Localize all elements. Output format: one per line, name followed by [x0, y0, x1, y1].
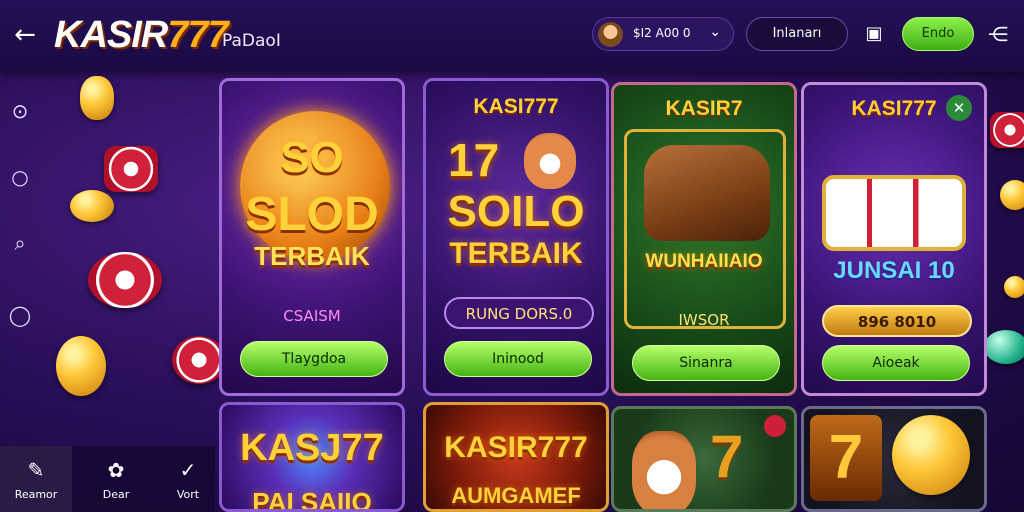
- game-caption: CSAISM: [283, 307, 341, 325]
- chip-decoration: [990, 112, 1024, 148]
- nav-label: Reamor: [14, 488, 58, 501]
- game-card[interactable]: 7: [611, 406, 797, 512]
- treasure-bag-icon: [644, 145, 770, 241]
- nav-label: Dear: [102, 488, 130, 501]
- seven-symbol-icon: 7: [710, 423, 744, 490]
- game-caption: RUNG DORS.0: [444, 297, 594, 329]
- login-button[interactable]: Inlanarı: [746, 17, 848, 51]
- nav-item-dear[interactable]: ✿ Dear: [80, 446, 152, 512]
- coin-decoration: [1000, 180, 1024, 210]
- coin-decoration: [1004, 276, 1024, 298]
- game-subheadline: PAI SAIIO: [252, 487, 372, 512]
- game-subheadline: AUMGAMEF: [451, 483, 581, 508]
- register-button[interactable]: Endo: [902, 17, 974, 51]
- brand-subtitle: PaDaoI: [222, 31, 281, 51]
- game-headline: KASJ77: [240, 427, 384, 469]
- chevron-down-icon: ⌄: [709, 24, 721, 40]
- game-card[interactable]: KASI777 ✕ JUNSAI 10 896 8010 Aioeak: [801, 82, 987, 396]
- slot-reels: [822, 175, 966, 251]
- chip-decoration: [104, 146, 158, 192]
- brand-logo[interactable]: KASIR777: [54, 14, 229, 57]
- dog-mascot-icon: [632, 431, 696, 509]
- play-button[interactable]: Ininood: [444, 341, 592, 377]
- nav-item-vort[interactable]: ✓ Vort: [158, 446, 218, 512]
- back-arrow-icon[interactable]: ←: [10, 20, 40, 50]
- game-card[interactable]: 7: [801, 406, 987, 512]
- avatar: [598, 22, 623, 47]
- search-icon[interactable]: ○: [7, 164, 33, 190]
- top-bar: ← KASIR777 PaDaoI $I2 A00 0 ⌄ Inlanarı ▣…: [0, 0, 1024, 72]
- coin-decoration: [892, 415, 970, 495]
- game-subheadline: TERBAIK: [254, 241, 370, 271]
- game-headline: SLOD: [245, 188, 379, 241]
- chat-icon[interactable]: ◯: [7, 302, 33, 328]
- coin-decoration: [56, 336, 106, 396]
- game-card[interactable]: KASIR777 AUMGAMEF: [423, 402, 609, 512]
- gem-decoration: [984, 330, 1024, 364]
- game-card[interactable]: KASJ77 PAI SAIIO: [219, 402, 405, 512]
- play-button[interactable]: Sinanra: [632, 345, 780, 381]
- game-headline: KASIR777: [444, 431, 588, 464]
- game-headline: SO: [280, 133, 344, 182]
- game-headline: SOILO: [447, 187, 585, 236]
- share-icon[interactable]: ⋲: [984, 20, 1012, 48]
- magnifier-icon[interactable]: ⌕: [7, 230, 33, 256]
- check-icon: ✓: [179, 458, 197, 482]
- play-button[interactable]: Aioeak: [822, 345, 970, 381]
- flower-icon: ✿: [107, 458, 125, 482]
- game-subheadline: TERBAIK: [449, 237, 583, 270]
- game-caption: IWSOR: [678, 311, 730, 329]
- game-title: KASIR7: [665, 97, 743, 120]
- edit-icon: ✎: [27, 458, 45, 482]
- bell-search-icon[interactable]: ⊙: [7, 98, 33, 124]
- seven-symbol-icon: 7: [810, 415, 882, 501]
- coin-decoration: [70, 190, 114, 222]
- play-button[interactable]: Tlaygdoa: [240, 341, 388, 377]
- close-icon[interactable]: ✕: [946, 95, 972, 121]
- game-headline: 17: [448, 134, 500, 186]
- nav-label: Vort: [176, 488, 200, 501]
- bottom-nav: ✎ Reamor ✿ Dear ✓ Vort: [0, 446, 215, 512]
- game-subheadline: WUNHAIIAIO: [645, 251, 763, 272]
- logo-main-text: KASIR: [54, 14, 168, 56]
- logo-accent-text: 777: [167, 14, 228, 56]
- game-card[interactable]: KASIR7 WUNHAIIAIO IWSOR Sinanra: [611, 82, 797, 396]
- game-card[interactable]: KASI777 17 SOILO TERBAIK RUNG DORS.0 Ini…: [423, 78, 609, 396]
- balance-pill[interactable]: $I2 A00 0 ⌄: [592, 17, 734, 51]
- game-caption: 896 8010: [822, 305, 972, 337]
- coin-decoration: [80, 76, 114, 120]
- nav-item-reamor[interactable]: ✎ Reamor: [0, 446, 72, 512]
- chip-decoration: [88, 252, 162, 308]
- game-title: KASI777: [473, 95, 559, 118]
- game-card[interactable]: SO SLOD TERBAIK CSAISM Tlaygdoa: [219, 78, 405, 396]
- profile-card-icon[interactable]: ▣: [860, 20, 888, 48]
- balance-value: $I2 A00 0: [633, 26, 691, 40]
- chip-decoration: [172, 336, 226, 384]
- chip-decoration: [764, 415, 786, 437]
- game-subheadline: JUNSAI 10: [833, 257, 955, 284]
